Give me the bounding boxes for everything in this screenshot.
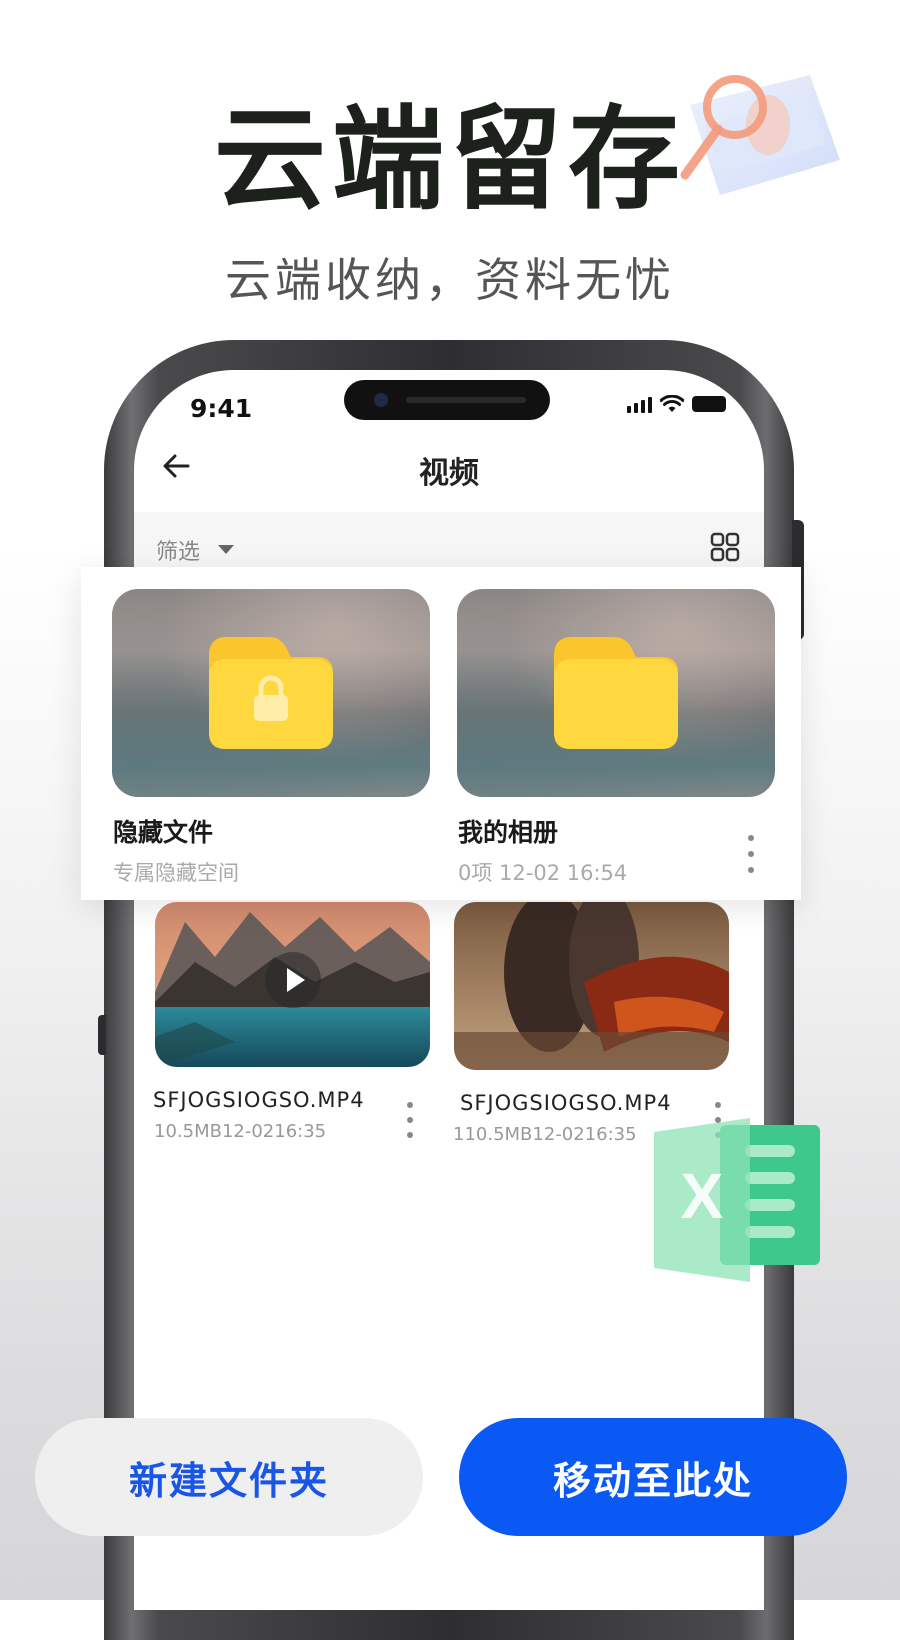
move-here-button[interactable]: 移动至此处 <box>459 1418 847 1536</box>
battery-icon <box>692 396 726 412</box>
folder-card: 隐藏文件 专属隐藏空间 我的相册 0项 12-02 16:54 <box>81 567 801 900</box>
video-meta: 110.5MB12-0216:35 <box>453 1124 637 1145</box>
video-thumbnail[interactable] <box>454 902 729 1070</box>
wifi-icon <box>660 395 684 412</box>
search-decoration-icon <box>680 75 840 195</box>
hero-subtitle: 云端收纳，资料无忧 <box>225 253 675 307</box>
warrior-movie-image <box>454 902 729 1070</box>
video-name: SFJOGSIOGSO.MP4 <box>153 1088 365 1112</box>
more-options-icon[interactable] <box>745 835 757 873</box>
folder-thumbnail[interactable] <box>457 589 775 797</box>
svg-text:X: X <box>681 1160 724 1232</box>
caret-down-icon <box>218 545 234 554</box>
video-meta: 10.5MB12-0216:35 <box>154 1121 327 1142</box>
page-title: 视频 <box>419 456 479 491</box>
more-options-icon[interactable] <box>404 1102 416 1138</box>
status-icons <box>627 392 726 416</box>
folder-subtitle: 专属隐藏空间 <box>113 861 239 885</box>
camera-icon <box>374 393 388 407</box>
grid-view-icon[interactable] <box>710 532 740 562</box>
speaker-grille <box>406 397 526 403</box>
excel-file-icon: X <box>654 1118 820 1282</box>
dynamic-island <box>344 380 550 420</box>
folder-thumbnail[interactable] <box>112 589 430 797</box>
folder-subtitle: 0项 12-02 16:54 <box>458 861 628 885</box>
folder-icon <box>554 637 678 749</box>
new-folder-button[interactable]: 新建文件夹 <box>35 1418 423 1536</box>
video-thumbnail[interactable] <box>155 902 430 1067</box>
phone-volume-button <box>98 1015 106 1055</box>
locked-folder-icon <box>209 637 333 749</box>
video-name: SFJOGSIOGSO.MP4 <box>460 1091 672 1115</box>
folder-name: 我的相册 <box>458 818 559 847</box>
status-time: 9:41 <box>190 394 253 423</box>
lake-mountain-image <box>155 902 430 1067</box>
filter-dropdown[interactable]: 筛选 <box>156 534 200 566</box>
folder-name: 隐藏文件 <box>113 818 214 847</box>
cellular-signal-icon <box>627 395 652 413</box>
